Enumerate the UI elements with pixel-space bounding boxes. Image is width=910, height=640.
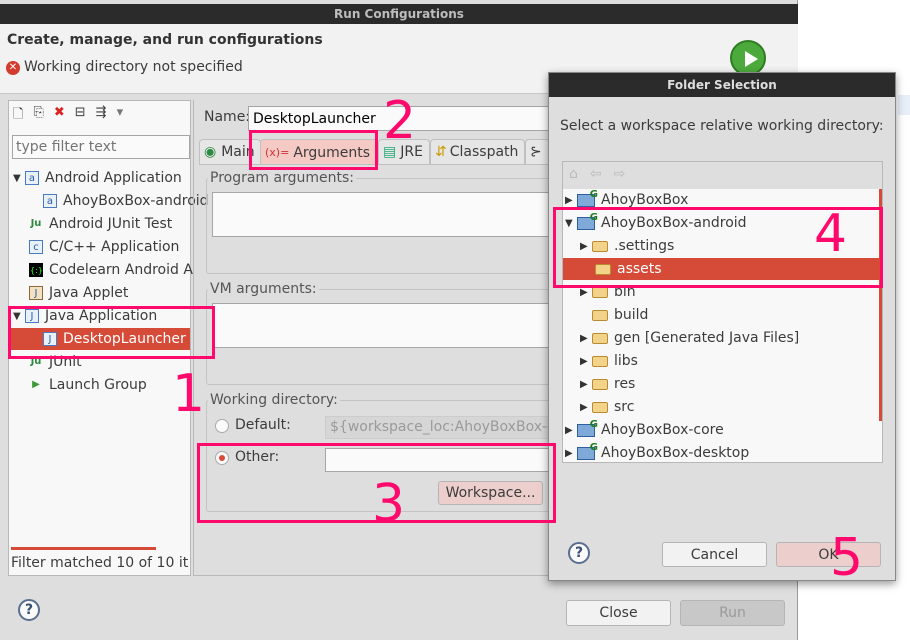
codelearn-icon: {:}	[29, 263, 43, 277]
run-icon	[730, 40, 766, 76]
default-radio[interactable]	[215, 419, 229, 433]
program-arguments-label: Program arguments:	[208, 170, 356, 186]
expanded-icon[interactable]: ▼	[13, 173, 25, 184]
tree-nav-toolbar: ⌂ ⇦ ⇨	[563, 162, 882, 189]
collapsed-icon[interactable]: ▶	[580, 356, 592, 367]
filter-status: Filter matched 10 of 10 iter	[11, 555, 189, 571]
default-directory-field: ${workspace_loc:AhoyBoxBox-de	[325, 416, 565, 439]
delete-icon[interactable]: ✖	[54, 105, 65, 127]
annotation-number-3: 3	[372, 474, 406, 534]
name-label: Name:	[204, 109, 251, 125]
launch-group-icon: ▶	[32, 379, 40, 390]
annotation-number-2: 2	[383, 91, 417, 151]
main-tab-icon: ◉	[204, 144, 217, 160]
collapsed-icon[interactable]: ▶	[565, 448, 577, 459]
default-label: Default:	[235, 417, 291, 433]
folder-item-gen[interactable]: ▶ gen [Generated Java Files]	[580, 327, 799, 349]
error-message: Working directory not specified	[24, 59, 243, 75]
source-folder-icon	[592, 332, 608, 344]
folder-dialog-prompt: Select a workspace relative working dire…	[560, 118, 884, 134]
android-app-icon: a	[25, 171, 39, 185]
tree-item-cpp-application[interactable]: c C/C++ Application	[29, 236, 179, 258]
help-icon[interactable]: ?	[18, 599, 40, 621]
folder-help-icon[interactable]: ?	[568, 542, 590, 564]
tab-classpath[interactable]: ⇵ Classpath	[430, 139, 525, 164]
source-folder-icon	[592, 355, 608, 367]
vm-arguments-label: VM arguments:	[208, 281, 319, 297]
tree-item-android-junit[interactable]: Ju Android JUnit Test	[29, 213, 173, 235]
junit-icon: Ju	[30, 218, 42, 229]
project-icon	[577, 419, 598, 437]
tree-item-android-application[interactable]: ▼ a Android Application	[13, 167, 182, 189]
collapsed-icon[interactable]: ▶	[580, 402, 592, 413]
new-config-icon[interactable]: 🗋	[13, 105, 23, 127]
annotation-number-1: 1	[172, 364, 206, 424]
collapse-all-icon[interactable]: ⊟	[75, 105, 86, 127]
classpath-tab-icon: ⇵	[435, 144, 447, 160]
scrollbar[interactable]	[11, 547, 156, 550]
title-bar: Run Configurations	[0, 4, 798, 24]
collapsed-icon[interactable]: ▶	[580, 379, 592, 390]
folder-item-build[interactable]: build	[592, 304, 648, 326]
annotation-number-5: 5	[830, 528, 864, 588]
ok-button[interactable]: OK	[776, 542, 881, 567]
error-icon: ✕	[6, 61, 20, 75]
c-app-icon: c	[29, 240, 43, 254]
collapsed-icon[interactable]: ▶	[565, 425, 577, 436]
background-window-fragment	[898, 95, 910, 115]
project-icon	[577, 189, 598, 207]
folder-item-ahoyboxbox-desktop[interactable]: ▶AhoyBoxBox-desktop	[565, 442, 749, 464]
annotation-box-1	[8, 306, 215, 359]
filter-icon[interactable]: ⇶	[96, 105, 107, 127]
source-folder-icon	[592, 378, 608, 390]
tree-item-java-applet[interactable]: J Java Applet	[29, 282, 128, 304]
folder-item-ahoyboxbox-core[interactable]: ▶AhoyBoxBox-core	[565, 419, 724, 441]
collapsed-icon[interactable]: ▶	[565, 195, 577, 206]
back-icon[interactable]: ⇦	[590, 166, 602, 185]
source-folder-icon	[592, 286, 608, 298]
close-button[interactable]: Close	[566, 600, 671, 626]
forward-icon[interactable]: ⇨	[614, 166, 626, 185]
folder-dialog-title: Folder Selection	[549, 73, 895, 97]
android-app-icon: a	[43, 194, 57, 208]
collapsed-icon[interactable]: ▶	[580, 333, 592, 344]
folder-icon	[592, 309, 608, 321]
duplicate-icon[interactable]: ⎘	[33, 105, 43, 127]
list-toolbar: 🗋 ⎘ ✖ ⊟ ⇶ ▾	[13, 105, 123, 127]
tree-item-ahoyboxbox-android[interactable]: a AhoyBoxBox-android	[43, 190, 209, 212]
annotation-number-4: 4	[814, 204, 848, 264]
folder-item-src[interactable]: ▶ src	[580, 396, 634, 418]
working-directory-label: Working directory:	[208, 392, 340, 408]
tree-item-codelearn[interactable]: {:} Codelearn Android A	[29, 259, 193, 281]
cancel-button[interactable]: Cancel	[662, 542, 767, 567]
vm-arguments-input[interactable]	[212, 303, 562, 348]
folder-icon	[592, 401, 608, 413]
annotation-box-2	[249, 130, 378, 170]
page-title: Create, manage, and run configurations	[7, 32, 323, 48]
filter-input[interactable]	[12, 135, 190, 159]
folder-item-libs[interactable]: ▶ libs	[580, 350, 638, 372]
home-icon[interactable]: ⌂	[569, 166, 578, 185]
program-arguments-input[interactable]	[212, 192, 562, 237]
applet-icon: J	[29, 286, 43, 300]
folder-item-res[interactable]: ▶ res	[580, 373, 635, 395]
project-icon	[577, 442, 598, 460]
folder-selection-dialog: Folder Selection Select a workspace rela…	[548, 72, 896, 581]
tree-item-launch-group[interactable]: ▶ Launch Group	[29, 374, 147, 396]
source-tab-icon: ⊱	[530, 144, 542, 160]
tab-source[interactable]: ⊱	[525, 139, 550, 164]
collapsed-icon[interactable]: ▶	[580, 287, 592, 298]
view-menu-icon[interactable]: ▾	[117, 105, 124, 127]
run-button: Run	[680, 600, 785, 626]
